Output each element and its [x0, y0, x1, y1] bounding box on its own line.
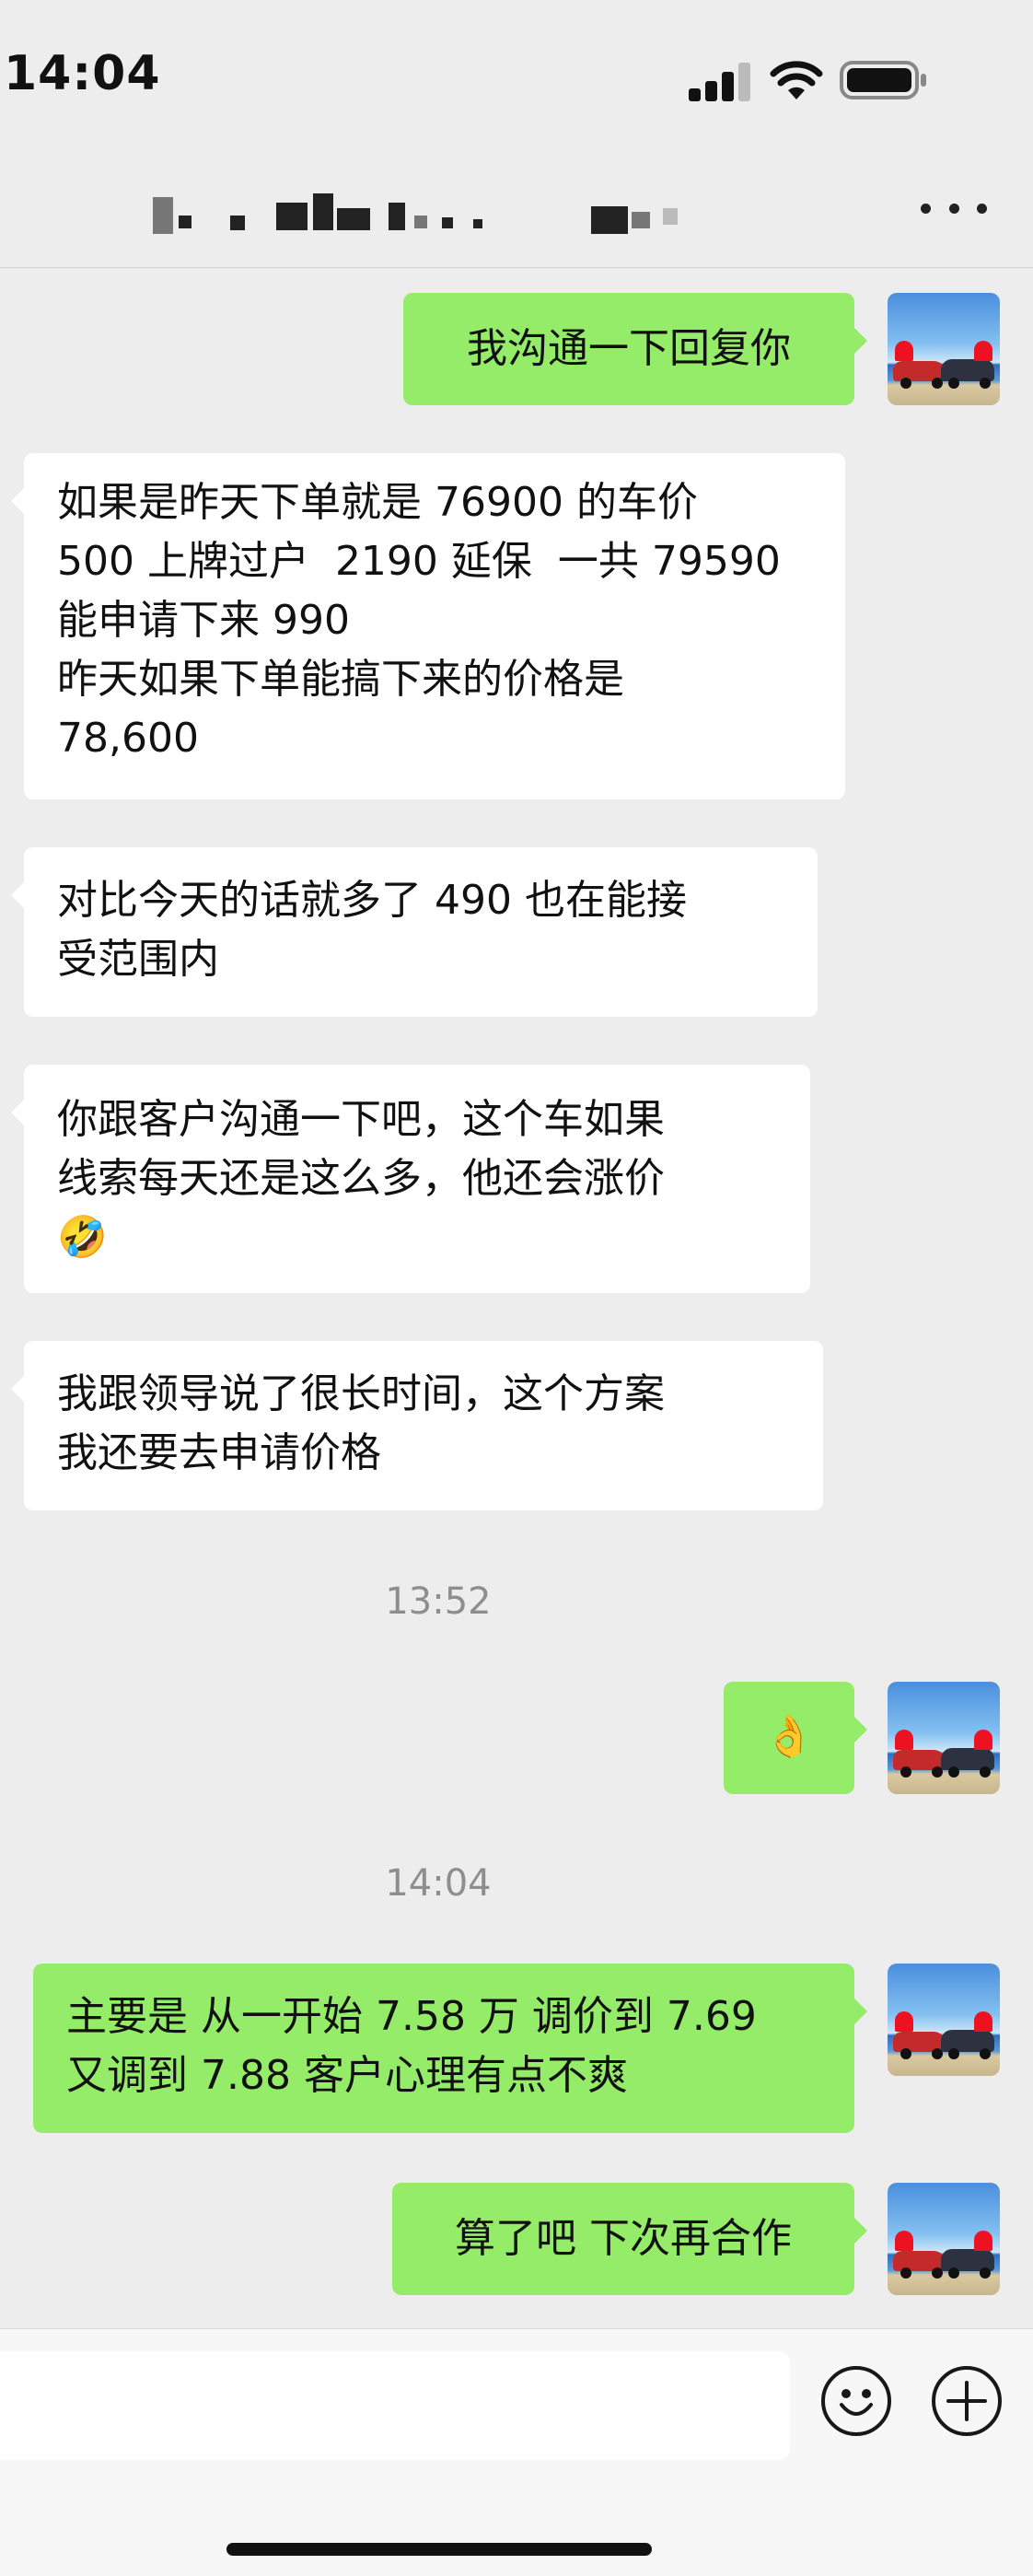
home-indicator[interactable]	[226, 2543, 652, 2556]
my-avatar[interactable]	[888, 293, 1000, 405]
message-text-line: 线索每天还是这么多，他还会涨价	[57, 1155, 665, 1202]
more-dot	[921, 203, 931, 214]
message-text-line: 受范围内	[57, 936, 219, 983]
chat-header	[0, 166, 1033, 268]
message-text: 我沟通一下回复你	[467, 325, 791, 372]
message-text-line: 对比今天的话就多了 490 也在能接	[57, 877, 687, 924]
cellular-signal-icon	[689, 63, 753, 101]
message-text-line: 500 上牌过户 2190 延保 一共 79590	[57, 538, 781, 585]
more-dot	[948, 203, 959, 214]
message-text-line: 你跟客户沟通一下吧，这个车如果	[57, 1096, 665, 1143]
message-bubble-incoming[interactable]: 如果是昨天下单就是 76900 的车价 500 上牌过户 2190 延保 一共 …	[11, 453, 845, 799]
smiley-icon	[840, 2389, 873, 2416]
message-input[interactable]	[0, 2351, 790, 2460]
message-text-line: 主要是 从一开始 7.58 万 调价到 7.69	[66, 1993, 757, 2040]
message-text-line: 昨天如果下单能搞下来的价格是	[57, 656, 624, 703]
battery-icon	[840, 61, 926, 99]
plus-icon	[946, 2381, 987, 2421]
message-bubble-incoming[interactable]: 你跟客户沟通一下吧，这个车如果 线索每天还是这么多，他还会涨价 🤣	[11, 1065, 810, 1293]
wifi-icon	[770, 61, 823, 99]
laughing-emoji-icon: 🤣	[57, 1214, 108, 1261]
status-bar: 14:04	[0, 0, 1033, 166]
message-text-line: 78,600	[57, 715, 199, 762]
add-button[interactable]	[932, 2366, 1002, 2436]
message-text-line: 我跟领导说了很长时间，这个方案	[57, 1370, 665, 1417]
my-avatar[interactable]	[888, 2183, 1000, 2295]
chat-title-redacted	[147, 184, 737, 239]
message-bubble-outgoing[interactable]: 主要是 从一开始 7.58 万 调价到 7.69 又调到 7.88 客户心理有点…	[33, 1964, 867, 2133]
message-bubble-outgoing[interactable]: 算了吧 下次再合作	[392, 2183, 867, 2295]
message-bubble-incoming[interactable]: 我跟领导说了很长时间，这个方案 我还要去申请价格	[11, 1341, 823, 1510]
message-text-line: 能申请下来 990	[57, 597, 350, 644]
timestamp: 13:52	[385, 1580, 492, 1623]
status-time: 14:04	[4, 46, 161, 101]
message-text-line: 如果是昨天下单就是 76900 的车价	[57, 479, 698, 526]
emoji-button[interactable]	[821, 2366, 891, 2436]
input-bar	[0, 2328, 1033, 2576]
message-text-line: 我还要去申请价格	[57, 1429, 381, 1476]
more-dot	[977, 203, 987, 214]
timestamp: 14:04	[385, 1862, 492, 1905]
message-text-line: 又调到 7.88 客户心理有点不爽	[66, 2052, 628, 2099]
message-bubble-outgoing[interactable]: 👌	[724, 1682, 867, 1794]
more-button[interactable]	[921, 184, 987, 232]
my-avatar[interactable]	[888, 1682, 1000, 1794]
message-text: 算了吧 下次再合作	[455, 2215, 792, 2262]
my-avatar[interactable]	[888, 1964, 1000, 2076]
ok-hand-emoji-icon: 👌	[763, 1713, 815, 1760]
message-bubble-incoming[interactable]: 对比今天的话就多了 490 也在能接 受范围内	[11, 847, 818, 1017]
message-bubble-outgoing[interactable]: 我沟通一下回复你	[403, 293, 867, 405]
